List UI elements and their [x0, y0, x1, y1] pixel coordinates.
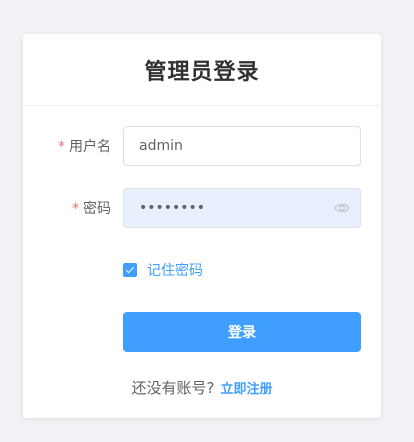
- password-row: * 密码: [23, 188, 381, 228]
- remember-me-checkbox[interactable]: [123, 263, 137, 277]
- username-label: 用户名: [69, 139, 111, 155]
- eye-icon[interactable]: [334, 201, 350, 215]
- remember-me-row[interactable]: 记住密码: [123, 260, 203, 280]
- register-link[interactable]: 立即注册: [220, 382, 272, 397]
- password-label: 密码: [83, 201, 111, 217]
- username-input[interactable]: [124, 127, 360, 165]
- required-mark: *: [58, 139, 65, 155]
- username-label-group: * 用户名: [23, 136, 123, 156]
- required-mark: *: [72, 201, 79, 217]
- password-label-group: * 密码: [23, 198, 123, 218]
- login-button[interactable]: 登录: [123, 312, 361, 352]
- page-title: 管理员登录: [144, 59, 260, 85]
- login-card: 管理员登录 *用户名 *密码 记住密码 登录 还没有账号?立即注册: [23, 34, 381, 418]
- username-field-box: [123, 126, 361, 166]
- username-row: * 用户名: [23, 126, 381, 166]
- remember-me-label[interactable]: 记住密码: [147, 260, 203, 280]
- register-row: 还没有账号? 立即注册: [23, 377, 381, 398]
- card-header: 管理员登录: [23, 34, 381, 106]
- password-input[interactable]: [124, 189, 360, 227]
- password-field-box: [123, 188, 361, 228]
- register-prompt: 还没有账号?: [131, 379, 215, 397]
